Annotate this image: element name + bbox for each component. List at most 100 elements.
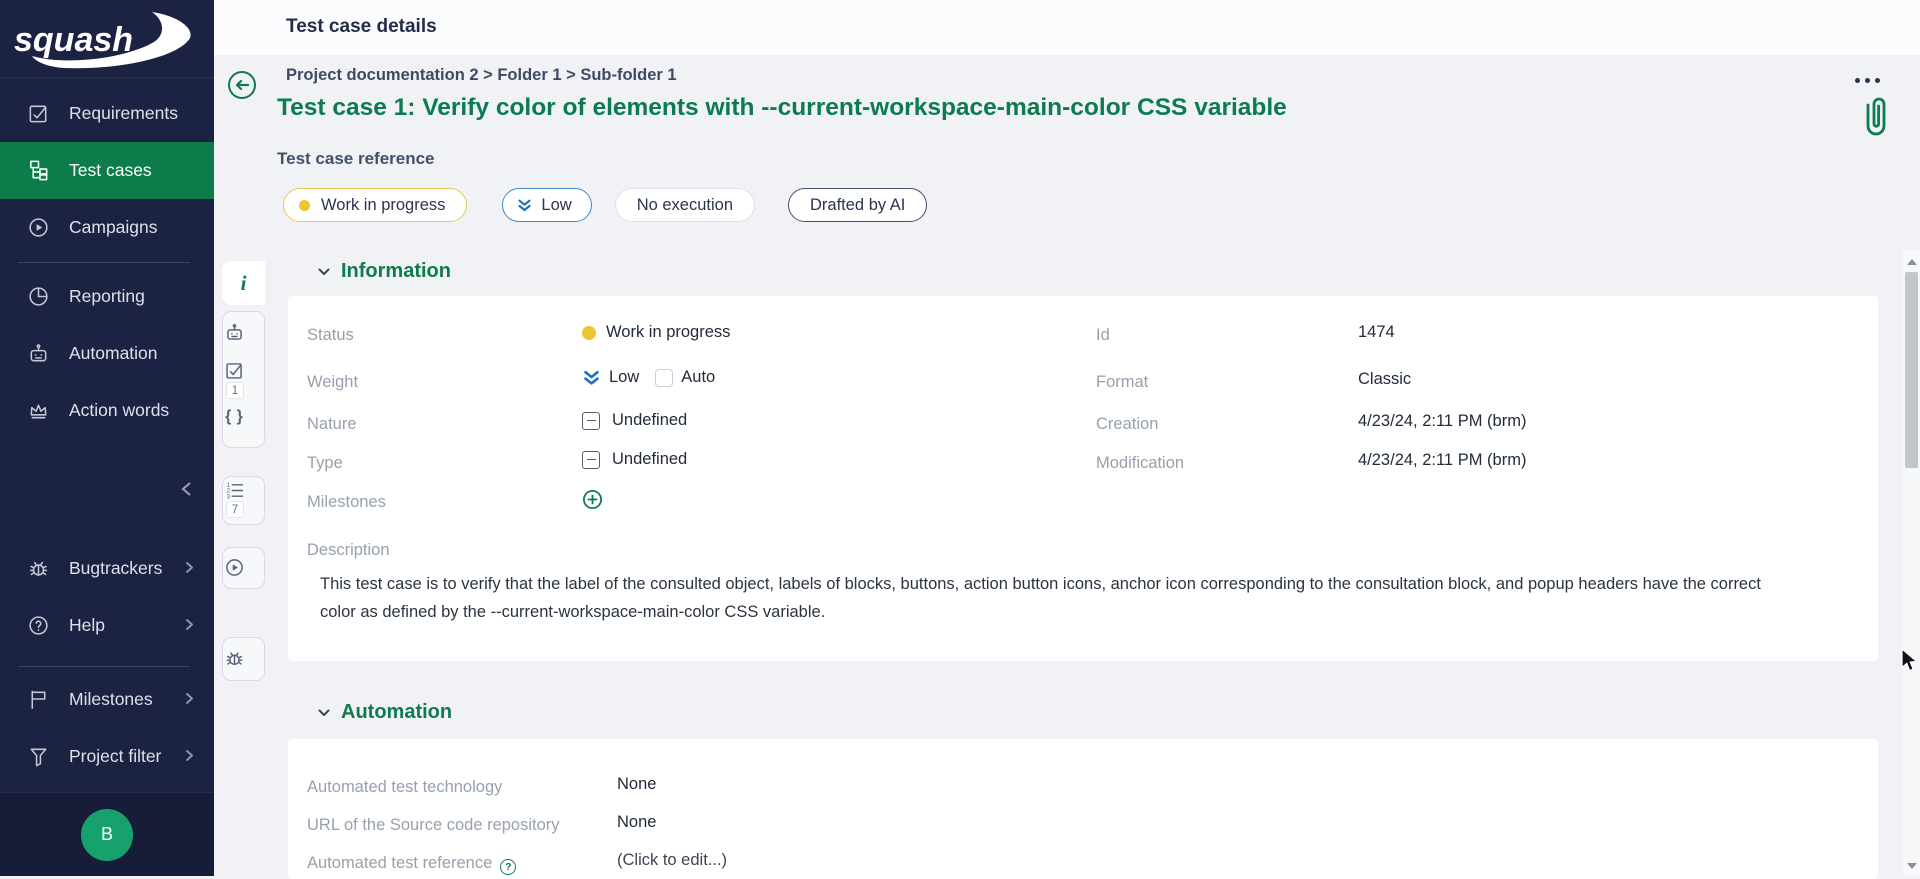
status-value[interactable]: Work in progress (582, 323, 730, 342)
scroll-down-arrow-icon[interactable] (1907, 863, 1917, 869)
tab-parameters[interactable]: { } (214, 408, 255, 426)
status-badge[interactable]: Work in progress (283, 188, 467, 222)
sidebar-collapse-button[interactable] (0, 470, 214, 508)
weight-badge[interactable]: Low (502, 188, 591, 222)
field-label: Automated test technology (307, 778, 502, 797)
status-dot-icon (582, 326, 596, 340)
paperclip-icon (1862, 96, 1890, 138)
field-label: Milestones (307, 493, 386, 512)
id-value: 1474 (1358, 323, 1395, 342)
tab-steps[interactable]: 1 2 3 (214, 480, 255, 501)
field-label: Nature (307, 415, 357, 434)
sidebar-nav-secondary: Reporting Automation Action words (0, 268, 214, 439)
bug-icon (27, 557, 50, 580)
field-label: Id (1096, 326, 1110, 345)
flag-icon (27, 688, 50, 711)
double-chevron-down-icon (517, 198, 532, 213)
field-label: Creation (1096, 415, 1158, 434)
sidebar-item-automation[interactable]: Automation (0, 325, 214, 382)
sidebar-item-label: Requirements (69, 103, 178, 124)
sidebar-item-label: Action words (69, 400, 169, 421)
status-dot-icon (299, 200, 310, 211)
breadcrumb[interactable]: Project documentation 2 > Folder 1 > Sub… (286, 66, 677, 85)
bug-icon (224, 648, 245, 669)
sidebar-item-label: Reporting (69, 286, 145, 307)
sidebar-item-campaigns[interactable]: Campaigns (0, 199, 214, 256)
sidebar: squash Requirements Test cases Campaigns… (0, 0, 214, 876)
format-value: Classic (1358, 370, 1411, 389)
undefined-square-icon (582, 412, 600, 430)
field-label: Format (1096, 373, 1148, 392)
sidebar-item-help[interactable]: Help (0, 597, 214, 654)
sidebar-item-reporting[interactable]: Reporting (0, 268, 214, 325)
tab-information[interactable]: i (222, 261, 265, 305)
sidebar-nav-primary: Requirements Test cases Campaigns (0, 85, 214, 256)
sidebar-nav-tools: Bugtrackers Help (0, 540, 214, 654)
tab-requirements[interactable] (214, 360, 255, 381)
sidebar-item-label: Campaigns (69, 217, 158, 238)
automation-panel: Automated test technology None URL of th… (288, 739, 1878, 879)
sidebar-item-test-cases[interactable]: Test cases (0, 142, 214, 199)
tab-issues[interactable] (214, 648, 255, 669)
vertical-scrollbar[interactable] (1903, 250, 1920, 876)
nature-value[interactable]: Undefined (582, 411, 687, 430)
avatar[interactable]: B (81, 809, 133, 861)
execution-badge[interactable]: No execution (615, 188, 755, 222)
field-label: Automated test reference? (307, 854, 516, 875)
field-label: Type (307, 454, 343, 473)
auto-weight-checkbox[interactable] (655, 369, 673, 387)
information-section-title: Information (341, 260, 451, 283)
scroll-up-arrow-icon[interactable] (1907, 259, 1917, 265)
sidebar-item-project-filter[interactable]: Project filter (0, 728, 214, 785)
chevron-right-icon (183, 746, 196, 767)
auto-label: Auto (681, 368, 715, 387)
weight-value[interactable]: Low Auto (582, 368, 715, 387)
scrollbar-thumb[interactable] (1905, 272, 1918, 468)
type-value[interactable]: Undefined (582, 450, 687, 469)
drafted-by-ai-badge[interactable]: Drafted by AI (788, 188, 927, 222)
information-section-header[interactable]: Information (318, 260, 451, 283)
robot-icon (224, 322, 245, 343)
test-case-reference-label: Test case reference (277, 149, 435, 169)
attachments-button[interactable] (1862, 96, 1890, 143)
help-icon[interactable]: ? (500, 859, 516, 875)
field-label: Status (307, 326, 354, 345)
description-label: Description (307, 541, 390, 560)
chevron-down-icon (318, 709, 330, 717)
ordered-list-icon: 1 2 3 (224, 480, 245, 501)
description-text[interactable]: This test case is to verify that the lab… (320, 570, 1800, 626)
chevron-right-icon (183, 558, 196, 579)
sidebar-item-requirements[interactable]: Requirements (0, 85, 214, 142)
robot-icon (27, 342, 50, 365)
tree-icon (27, 159, 50, 182)
page-title: Test case details (286, 16, 437, 38)
steps-count-badge: 7 (226, 501, 244, 518)
add-milestone-button[interactable] (582, 489, 603, 510)
sidebar-item-bugtrackers[interactable]: Bugtrackers (0, 540, 214, 597)
sidebar-divider (18, 262, 190, 263)
tab-executions[interactable] (214, 557, 255, 578)
chevron-left-icon (180, 481, 194, 497)
badge-row: Work in progress Low No execution Drafte… (283, 188, 927, 222)
more-menu-icon[interactable] (1855, 78, 1880, 83)
plus-circle-icon (582, 489, 603, 510)
tab-automation[interactable] (214, 322, 255, 343)
squash-logo[interactable]: squash (0, 0, 214, 78)
funnel-icon (27, 745, 50, 768)
execution-badge-label: No execution (637, 196, 733, 215)
automation-section-title: Automation (341, 701, 452, 724)
weight-badge-label: Low (541, 196, 571, 215)
page-header: Test case details (214, 0, 1920, 55)
question-circle-icon (27, 614, 50, 637)
sidebar-item-action-words[interactable]: Action words (0, 382, 214, 439)
automated-test-reference-value[interactable]: (Click to edit...) (617, 851, 727, 870)
field-label: Modification (1096, 454, 1184, 473)
back-button[interactable] (228, 71, 256, 99)
automation-section-header[interactable]: Automation (318, 701, 452, 724)
svg-text:3: 3 (227, 493, 231, 500)
modification-value: 4/23/24, 2:11 PM (brm) (1358, 451, 1526, 470)
test-case-title: Test case 1: Verify color of elements wi… (277, 94, 1287, 122)
sidebar-item-milestones[interactable]: Milestones (0, 671, 214, 728)
sidebar-item-label: Bugtrackers (69, 558, 162, 579)
user-area: B (0, 792, 214, 876)
